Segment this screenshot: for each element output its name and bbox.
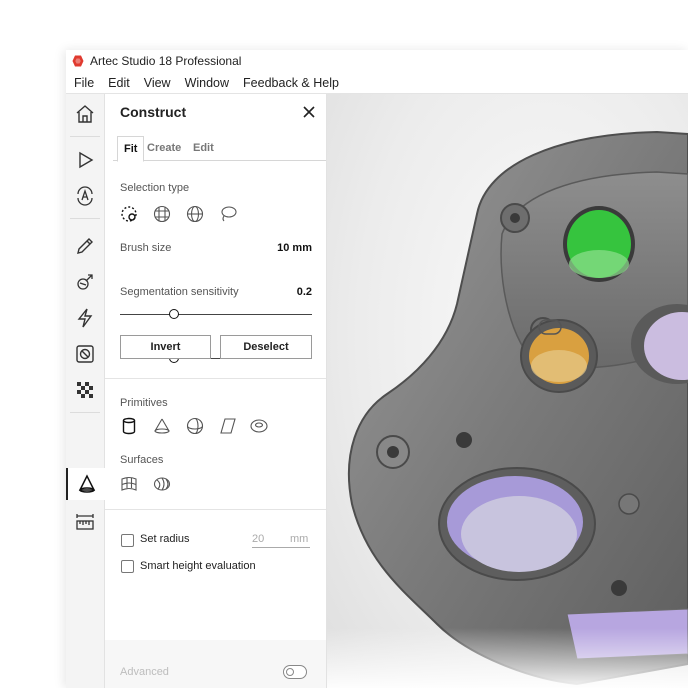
window-title: Artec Studio 18 Professional (90, 54, 242, 68)
measure-icon (76, 514, 94, 530)
construct-button[interactable] (66, 468, 106, 500)
menu-file[interactable]: File (74, 76, 94, 90)
play-button[interactable] (66, 144, 104, 176)
advanced-toggle[interactable] (283, 665, 307, 679)
menu-bar: File Edit View Window Feedback & Help (66, 72, 688, 94)
measure-button[interactable] (66, 506, 104, 538)
section-divider (105, 378, 326, 379)
play-icon (79, 151, 94, 169)
radius-value: 20 (252, 533, 265, 545)
brush-size-label: Brush size (120, 242, 172, 254)
home-icon (76, 105, 94, 123)
sphere-icon[interactable] (185, 416, 205, 436)
smart-height-label: Smart height evaluation (140, 560, 256, 572)
lasso-selection-icon[interactable] (218, 204, 238, 224)
brush-size-slider[interactable] (120, 314, 312, 315)
sphere-selection-icon[interactable] (185, 204, 205, 224)
close-icon[interactable] (301, 104, 317, 120)
segmentation-sensitivity-value: 0.2 (296, 286, 312, 298)
set-radius-label: Set radius (140, 533, 190, 545)
viewport-fade (327, 628, 688, 688)
grid-selection-icon[interactable] (152, 204, 172, 224)
construct-panel: Construct Fit Create Edit Selection type… (105, 94, 327, 688)
artec-logo-icon (72, 55, 84, 67)
freeform-surface-icon[interactable] (119, 474, 139, 494)
edit-button[interactable] (66, 230, 104, 262)
construct-icon (78, 474, 96, 493)
selection-type-label: Selection type (120, 182, 190, 194)
toolbar-divider (70, 218, 100, 219)
texture-icon (77, 382, 93, 398)
patch-surface-icon[interactable] (152, 474, 172, 494)
cylinder-icon[interactable] (119, 416, 139, 436)
section-divider (105, 509, 326, 510)
set-radius-checkbox[interactable] (121, 534, 134, 547)
cone-icon[interactable] (152, 416, 172, 436)
autopilot-icon (77, 186, 93, 206)
plane-icon[interactable] (218, 416, 238, 436)
brush-size-slider-knob[interactable] (168, 309, 179, 319)
surfaces-label: Surfaces (120, 454, 164, 466)
title-bar: Artec Studio 18 Professional (66, 50, 688, 72)
primitives-label: Primitives (120, 397, 168, 409)
left-toolbar (66, 94, 106, 688)
tab-create[interactable]: Create (147, 136, 181, 160)
invert-button[interactable]: Invert (120, 335, 211, 359)
menu-window[interactable]: Window (185, 76, 229, 90)
mask-button[interactable] (66, 338, 104, 370)
menu-edit[interactable]: Edit (108, 76, 130, 90)
radius-input[interactable]: 20 mm (252, 533, 310, 548)
3d-viewport[interactable] (327, 94, 688, 688)
toolbar-divider (70, 136, 100, 137)
tab-edit[interactable]: Edit (193, 136, 214, 160)
panel-title: Construct (120, 104, 187, 120)
advanced-label: Advanced (120, 666, 169, 678)
menu-view[interactable]: View (144, 76, 171, 90)
tools-icon (77, 274, 93, 290)
deselect-button[interactable]: Deselect (220, 335, 312, 359)
app-window: Artec Studio 18 Professional File Edit V… (66, 50, 688, 688)
tab-fit[interactable]: Fit (117, 136, 145, 162)
home-button[interactable] (66, 98, 104, 130)
pencil-icon (77, 238, 93, 254)
menu-feedback-help[interactable]: Feedback & Help (243, 76, 339, 90)
radius-unit: mm (290, 533, 309, 545)
panel-tabs: Fit Create Edit (113, 136, 326, 162)
advanced-section: Advanced (105, 640, 326, 688)
texture-button[interactable] (66, 374, 104, 406)
autopilot-button[interactable] (66, 180, 104, 212)
segmentation-sensitivity-label: Segmentation sensitivity (120, 286, 239, 298)
smart-selection-icon[interactable] (119, 204, 139, 224)
mask-icon (76, 345, 94, 363)
toolbar-divider (70, 412, 100, 413)
brush-size-value: 10 mm (277, 242, 312, 254)
fast-fusion-button[interactable] (66, 302, 104, 334)
scanned-part-model[interactable] (327, 94, 688, 688)
lightning-icon (77, 308, 93, 328)
smart-height-checkbox[interactable] (121, 560, 134, 573)
tools-button[interactable] (66, 266, 104, 298)
torus-icon[interactable] (249, 416, 269, 436)
